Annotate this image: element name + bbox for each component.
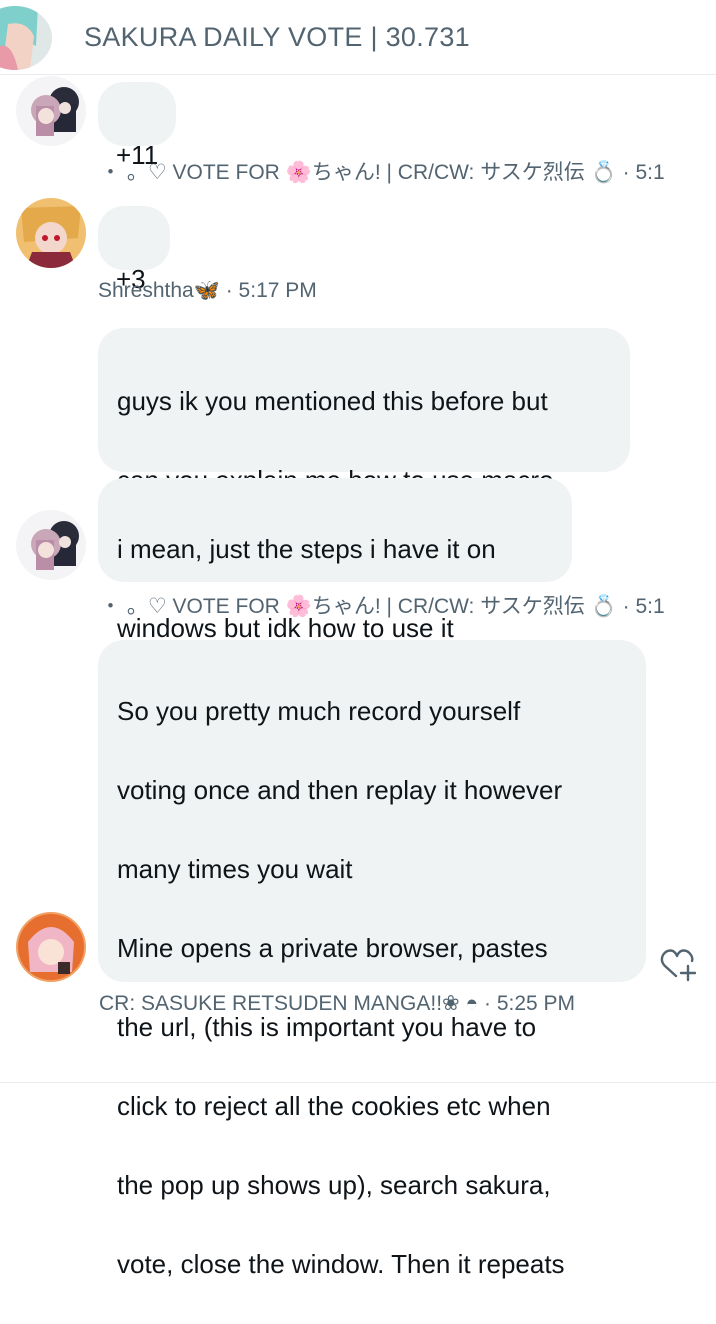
message-meta: Shreshtha🦋 · 5:17 PM [98,279,317,303]
message-meta: ・ 。♡ VOTE FOR 🌸ちゃん! | CR/CW: サスケ烈伝 💍 · 5… [100,161,665,184]
message-line: the pop up shows up), search sakura, [117,1169,551,1200]
avatar[interactable] [16,912,86,982]
message-line: voting once and then replay it however [117,774,563,805]
message-line: many times you wait [117,853,353,884]
avatar[interactable] [16,510,86,580]
message-line: click to reject all the cookies etc when [117,1090,551,1121]
conversation-header: SAKURA DAILY VOTE | 30.731 [0,0,716,75]
group-avatar[interactable] [0,6,52,70]
avatar[interactable] [16,198,86,268]
heart-plus-icon[interactable] [660,948,697,982]
message-bubble[interactable]: So you pretty much record yourself votin… [98,640,646,1279]
message-bubble[interactable]: guys ik you mentioned this before but ca… [98,328,630,574]
sender-name[interactable]: Shreshtha🦋 [98,279,220,302]
message-line: So you pretty much record yourself [117,695,521,726]
conversation-title: SAKURA DAILY VOTE | 30.731 [84,22,470,52]
message-line: guys ik you mentioned this before but [117,385,548,416]
message-meta: ・ 。♡ VOTE FOR 🌸ちゃん! | CR/CW: サスケ烈伝 💍 · 5… [100,595,665,618]
avatar[interactable] [16,76,86,146]
message-bubble[interactable]: i mean, just the steps i have it on wind… [98,478,572,643]
message-bubble[interactable]: +3 [98,206,170,294]
message-meta: CR: SASUKE RETSUDEN MANGA!!❀ ◓ · 5:25 PM [99,992,576,1015]
message-time: · 5:17 PM [225,279,317,302]
message-line: i mean, just the steps i have it on [117,533,496,564]
divider [0,1082,716,1083]
message-bubble[interactable]: +11 [98,82,176,170]
message-line: Mine opens a private browser, pastes [117,932,548,963]
message-line: vote, close the window. Then it repeats [117,1248,565,1279]
